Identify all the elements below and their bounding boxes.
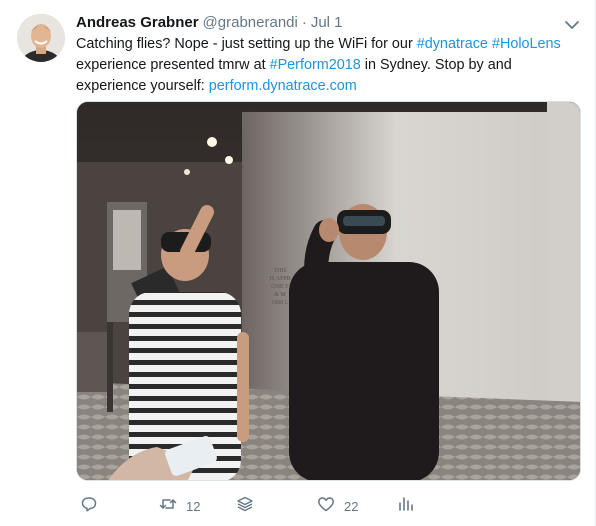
- chevron-down-icon[interactable]: [563, 16, 581, 34]
- hashtag-dynatrace[interactable]: #dynatrace: [417, 36, 488, 52]
- wall-sign-line: THIS: [273, 268, 286, 274]
- tweet-text-part: Catching flies? Nope - just setting up t…: [76, 36, 417, 52]
- heart-icon: [317, 495, 335, 518]
- wall-sign-line: ONE T: [271, 284, 289, 290]
- avatar[interactable]: [17, 14, 65, 62]
- hashtag-hololens[interactable]: #HoloLens: [492, 36, 561, 52]
- retweet-icon: [159, 495, 177, 518]
- hashtag-perform2018[interactable]: #Perform2018: [270, 57, 361, 73]
- reply-button[interactable]: [80, 495, 107, 517]
- like-button[interactable]: 22: [317, 495, 358, 517]
- avatar-photo: [17, 14, 65, 62]
- tweet-actions: 12 22: [76, 495, 576, 517]
- wall-sign-line: & M: [274, 292, 286, 298]
- tweet: Andreas Grabner @grabnerandi · Jul 1 Catchi…: [0, 0, 596, 526]
- tweet-text-part: experience presented tmrw at: [76, 57, 270, 73]
- stack-button[interactable]: [236, 495, 254, 517]
- stack-icon: [236, 495, 254, 518]
- retweet-count: 12: [186, 498, 201, 514]
- tweet-photo[interactable]: THIS IS APPR ONE T & M 1060 L: [76, 101, 581, 481]
- analytics-button[interactable]: [396, 495, 414, 517]
- author-name[interactable]: Andreas Grabner: [76, 14, 199, 31]
- wall-sign-line: IS APPR: [269, 276, 291, 282]
- photo-scene: THIS IS APPR ONE T & M 1060 L: [77, 102, 580, 480]
- tweet-text: Catching flies? Nope - just setting up t…: [76, 34, 576, 97]
- url-link[interactable]: perform.dynatrace.com: [209, 78, 357, 94]
- author-handle[interactable]: @grabnerandi: [203, 14, 298, 31]
- like-count: 22: [344, 498, 359, 514]
- retweet-button[interactable]: 12: [159, 495, 200, 517]
- wall-sign-line: 1060 L: [271, 300, 289, 306]
- reply-icon: [80, 495, 98, 518]
- analytics-icon: [396, 495, 414, 518]
- separator-dot: ·: [301, 14, 307, 31]
- tweet-timestamp[interactable]: Jul 1: [311, 14, 343, 31]
- tweet-header: Andreas Grabner @grabnerandi · Jul 1: [76, 13, 343, 33]
